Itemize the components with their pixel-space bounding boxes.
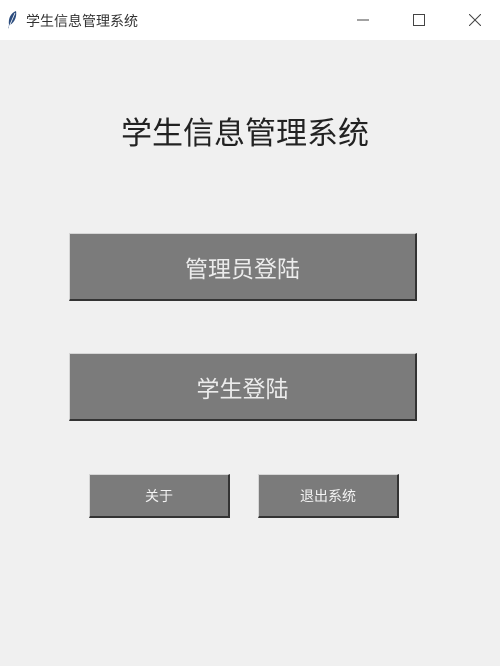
close-button[interactable]	[452, 0, 498, 40]
about-label: 关于	[145, 488, 173, 505]
page-title: 学生信息管理系统	[121, 116, 369, 152]
student-login-button[interactable]: 学生登陆	[69, 353, 417, 421]
admin-login-label: 管理员登陆	[185, 256, 300, 283]
exit-system-label: 退出系统	[300, 488, 356, 505]
minimize-icon	[357, 19, 369, 21]
window-title: 学生信息管理系统	[26, 14, 138, 30]
maximize-button[interactable]	[396, 0, 442, 40]
close-icon	[469, 14, 481, 26]
title-bar: 学生信息管理系统	[0, 0, 500, 40]
about-button[interactable]: 关于	[89, 474, 230, 518]
admin-login-button[interactable]: 管理员登陆	[69, 233, 417, 301]
student-login-label: 学生登陆	[196, 376, 289, 403]
exit-system-button[interactable]: 退出系统	[258, 474, 399, 518]
maximize-icon	[413, 14, 425, 26]
minimize-button[interactable]	[340, 0, 386, 40]
feather-icon	[6, 10, 18, 30]
